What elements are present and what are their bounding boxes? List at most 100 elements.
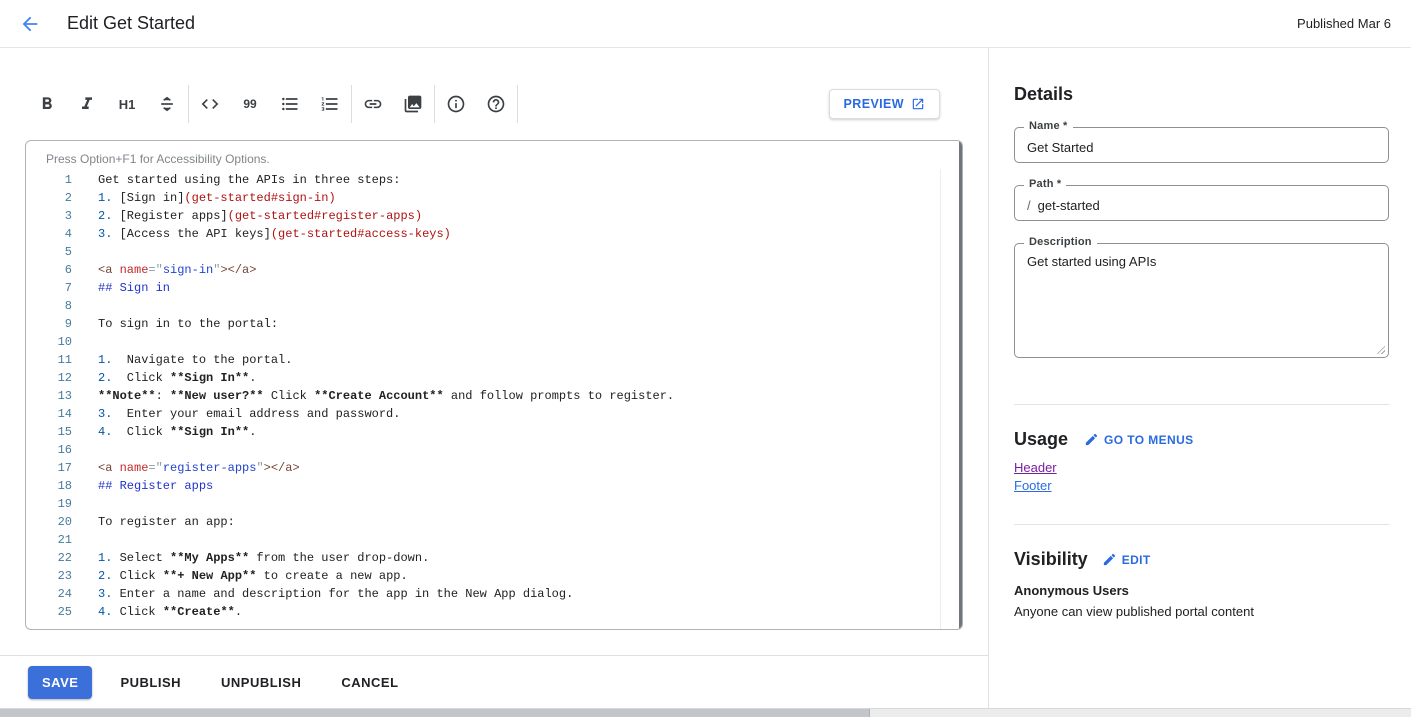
- preview-button[interactable]: PREVIEW: [829, 89, 940, 119]
- go-to-menus-button[interactable]: GO TO MENUS: [1084, 432, 1194, 447]
- code-line-text: 4. Click **Create**.: [72, 603, 242, 621]
- line-number: 23: [26, 567, 72, 585]
- description-textarea[interactable]: Get started using APIs: [1015, 244, 1388, 352]
- code-line-text: 2. [Register apps](get-started#register-…: [72, 207, 422, 225]
- code-line[interactable]: 122. Click **Sign In**.: [26, 369, 962, 387]
- unpublish-button[interactable]: UNPUBLISH: [209, 666, 313, 699]
- arrow-back-icon: [19, 13, 41, 35]
- bulleted-list-button[interactable]: [270, 84, 310, 124]
- cancel-button[interactable]: CANCEL: [329, 666, 410, 699]
- line-number: 10: [26, 333, 72, 351]
- info-button[interactable]: [436, 84, 476, 124]
- italic-button[interactable]: [67, 84, 107, 124]
- code-line[interactable]: 13**Note**: **New user?** Click **Create…: [26, 387, 962, 405]
- code-line[interactable]: 111. Navigate to the portal.: [26, 351, 962, 369]
- code-line-text: [72, 243, 98, 261]
- code-line-text: 4. Click **Sign In**.: [72, 423, 256, 441]
- help-button[interactable]: [476, 84, 516, 124]
- code-line[interactable]: 154. Click **Sign In**.: [26, 423, 962, 441]
- page: Edit Get Started Published Mar 6 H1 99: [0, 0, 1411, 717]
- publish-button[interactable]: PUBLISH: [108, 666, 193, 699]
- action-bar: SAVE PUBLISH UNPUBLISH CANCEL: [0, 655, 988, 708]
- description-field-label: Description: [1024, 236, 1097, 248]
- back-button[interactable]: [10, 4, 50, 44]
- line-number: 12: [26, 369, 72, 387]
- pencil-icon: [1102, 552, 1117, 567]
- code-line[interactable]: 32. [Register apps](get-started#register…: [26, 207, 962, 225]
- quote-button[interactable]: 99: [230, 84, 270, 124]
- line-number: 2: [26, 189, 72, 207]
- publish-status: Published Mar 6: [1297, 16, 1391, 31]
- code-line[interactable]: 16: [26, 441, 962, 459]
- code-line[interactable]: 221. Select **My Apps** from the user dr…: [26, 549, 962, 567]
- code-line[interactable]: 19: [26, 495, 962, 513]
- code-line[interactable]: 21: [26, 531, 962, 549]
- vertical-align-button[interactable]: [147, 84, 187, 124]
- info-icon: [446, 94, 466, 114]
- code-line[interactable]: 6<a name="sign-in"></a>: [26, 261, 962, 279]
- link-button[interactable]: [353, 84, 393, 124]
- heading-button[interactable]: H1: [107, 84, 147, 124]
- code-line[interactable]: 17<a name="register-apps"></a>: [26, 459, 962, 477]
- markdown-editor[interactable]: Press Option+F1 for Accessibility Option…: [25, 140, 963, 630]
- code-line-text: **Note**: **New user?** Click **Create A…: [72, 387, 674, 405]
- line-number: 20: [26, 513, 72, 531]
- save-button[interactable]: SAVE: [28, 666, 92, 699]
- usage-link-header[interactable]: Header: [1014, 460, 1057, 476]
- code-line[interactable]: 43. [Access the API keys](get-started#ac…: [26, 225, 962, 243]
- line-number: 19: [26, 495, 72, 513]
- code-area[interactable]: 1Get started using the APIs in three ste…: [26, 171, 962, 621]
- help-icon: [486, 94, 506, 114]
- path-field-label: Path *: [1024, 178, 1066, 190]
- line-number: 4: [26, 225, 72, 243]
- usage-link-footer[interactable]: Footer: [1014, 478, 1052, 494]
- code-line-text: [72, 441, 98, 459]
- code-line-text: [72, 531, 98, 549]
- code-line[interactable]: 21. [Sign in](get-started#sign-in): [26, 189, 962, 207]
- bold-button[interactable]: [27, 84, 67, 124]
- path-field[interactable]: Path * / get-started: [1014, 185, 1389, 221]
- code-line[interactable]: 232. Click **+ New App** to create a new…: [26, 567, 962, 585]
- code-button[interactable]: [190, 84, 230, 124]
- code-line[interactable]: 1Get started using the APIs in three ste…: [26, 171, 962, 189]
- link-icon: [363, 94, 383, 114]
- toolbar-group-help: [436, 84, 516, 124]
- code-line-text: 3. [Access the API keys](get-started#acc…: [72, 225, 451, 243]
- line-number: 17: [26, 459, 72, 477]
- code-line[interactable]: 7## Sign in: [26, 279, 962, 297]
- name-field: Name *: [1014, 127, 1389, 163]
- format-toolbar: H1 99: [27, 84, 940, 124]
- numbered-list-button[interactable]: [310, 84, 350, 124]
- top-bar: Edit Get Started Published Mar 6: [0, 0, 1411, 48]
- code-line[interactable]: 243. Enter a name and description for th…: [26, 585, 962, 603]
- line-number: 1: [26, 171, 72, 189]
- h1-icon: H1: [119, 97, 136, 112]
- edit-visibility-button[interactable]: EDIT: [1102, 552, 1151, 567]
- line-number: 18: [26, 477, 72, 495]
- line-number: 7: [26, 279, 72, 297]
- horizontal-scrollbar[interactable]: [0, 708, 1411, 717]
- code-line[interactable]: 254. Click **Create**.: [26, 603, 962, 621]
- code-line[interactable]: 9To sign in to the portal:: [26, 315, 962, 333]
- code-line[interactable]: 20To register an app:: [26, 513, 962, 531]
- line-number: 6: [26, 261, 72, 279]
- code-line-text: ## Register apps: [72, 477, 213, 495]
- section-divider: [1014, 404, 1389, 405]
- image-icon: [403, 94, 423, 114]
- code-line[interactable]: 143. Enter your email address and passwo…: [26, 405, 962, 423]
- code-line[interactable]: 8: [26, 297, 962, 315]
- code-line[interactable]: 18## Register apps: [26, 477, 962, 495]
- numbered-list-icon: [320, 94, 340, 114]
- code-line-text: 2. Click **Sign In**.: [72, 369, 256, 387]
- horizontal-scrollbar-thumb[interactable]: [0, 709, 870, 717]
- code-line-text: 3. Enter your email address and password…: [72, 405, 400, 423]
- audience-name: Anonymous Users: [1014, 583, 1389, 598]
- image-button[interactable]: [393, 84, 433, 124]
- audience-description: Anyone can view published portal content: [1014, 604, 1389, 619]
- name-input[interactable]: [1015, 128, 1388, 162]
- code-line[interactable]: 5: [26, 243, 962, 261]
- code-line[interactable]: 10: [26, 333, 962, 351]
- description-field: Description Get started using APIs: [1014, 243, 1389, 358]
- editor-vertical-scrollbar[interactable]: [959, 141, 962, 629]
- usage-links: Header Footer: [1014, 460, 1389, 494]
